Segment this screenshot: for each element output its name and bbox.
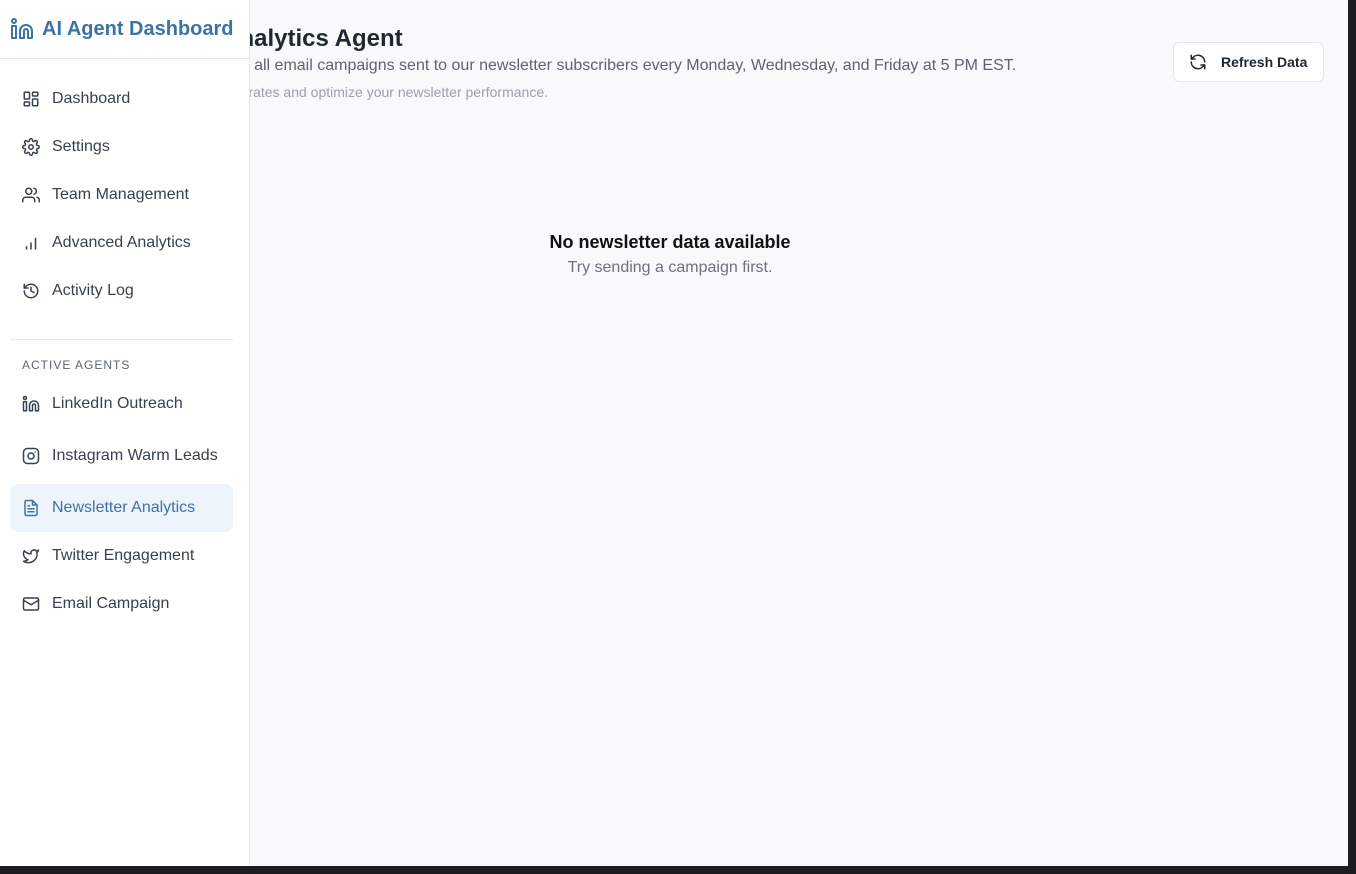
nav-label: Activity Log bbox=[52, 282, 134, 299]
brand[interactable]: AI Agent Dashboard bbox=[0, 0, 249, 59]
nav-label: Dashboard bbox=[52, 90, 131, 107]
document-icon bbox=[24, 499, 38, 517]
refresh-data-button[interactable]: Refresh Data bbox=[1173, 42, 1324, 82]
gear-icon bbox=[22, 138, 40, 156]
empty-state-title: No newsletter data available bbox=[549, 232, 791, 252]
nav-label: Settings bbox=[52, 138, 110, 155]
nav-item-settings[interactable]: Settings bbox=[10, 123, 239, 171]
linkedin-icon bbox=[11, 18, 33, 39]
nav-label: Twitter Engagement bbox=[52, 547, 195, 564]
empty-state: No newsletter data available Try sending… bbox=[470, 230, 870, 278]
bar-chart-icon bbox=[25, 237, 37, 250]
empty-state-subtitle: Try sending a campaign first. bbox=[567, 259, 773, 276]
users-icon bbox=[22, 187, 40, 203]
agents-nav: LinkedIn Outreach Instagram Warm Leads N… bbox=[0, 380, 249, 628]
nav-label: Email Campaign bbox=[52, 595, 170, 612]
nav-item-dashboard[interactable]: Dashboard bbox=[10, 75, 239, 123]
app-window: Newsletter Analytics Agent Detailed anal… bbox=[0, 0, 1348, 866]
nav-item-advanced-analytics[interactable]: Advanced Analytics bbox=[10, 219, 239, 267]
instagram-icon bbox=[22, 447, 40, 465]
twitter-icon bbox=[22, 549, 40, 564]
history-icon bbox=[23, 283, 39, 299]
nav-item-twitter-engagement[interactable]: Twitter Engagement bbox=[10, 532, 233, 580]
dashboard-icon bbox=[23, 91, 39, 107]
nav-item-newsletter-analytics[interactable]: Newsletter Analytics bbox=[10, 484, 233, 532]
nav-label: Newsletter Analytics bbox=[52, 499, 196, 516]
refresh-data-label: Refresh Data bbox=[1221, 54, 1308, 70]
mail-icon bbox=[22, 597, 40, 611]
linkedin-icon bbox=[22, 395, 40, 412]
section-label-active-agents: ACTIVE AGENTS bbox=[22, 358, 131, 372]
primary-nav: Dashboard Settings Team Management Advan… bbox=[0, 59, 249, 315]
brand-name: AI Agent Dashboard bbox=[42, 17, 234, 40]
nav-item-email-campaign[interactable]: Email Campaign bbox=[10, 580, 233, 628]
nav-item-team-management[interactable]: Team Management bbox=[10, 171, 239, 219]
nav-label: Instagram Warm Leads bbox=[52, 447, 218, 464]
refresh-icon bbox=[1190, 54, 1206, 70]
nav-label: LinkedIn Outreach bbox=[52, 395, 183, 412]
nav-label: Team Management bbox=[52, 186, 189, 203]
nav-label: Advanced Analytics bbox=[52, 234, 191, 251]
nav-item-linkedin-outreach[interactable]: LinkedIn Outreach bbox=[10, 380, 233, 428]
nav-item-activity-log[interactable]: Activity Log bbox=[10, 267, 239, 315]
nav-item-instagram-warm-leads[interactable]: Instagram Warm Leads bbox=[10, 428, 233, 484]
sidebar: AI Agent Dashboard Dashboard Settings Te… bbox=[0, 0, 250, 866]
